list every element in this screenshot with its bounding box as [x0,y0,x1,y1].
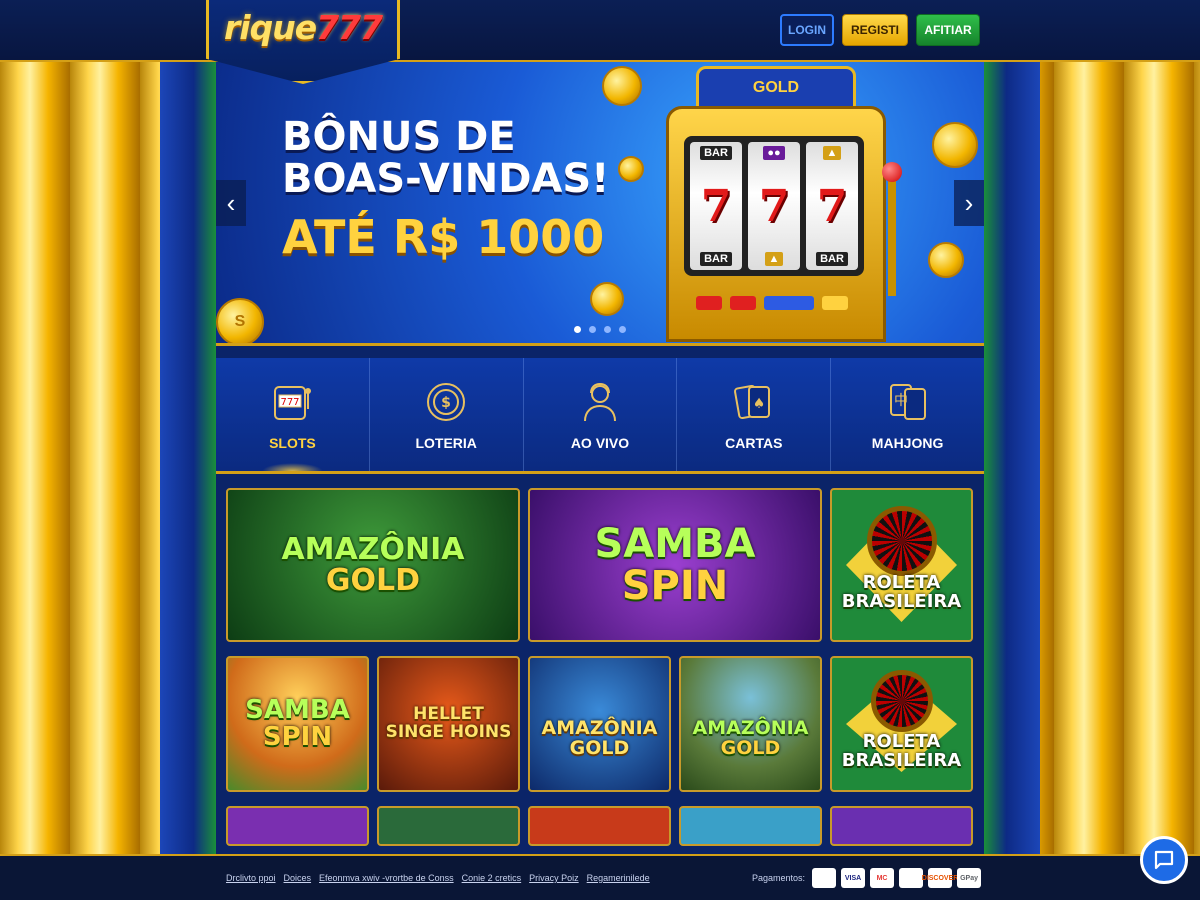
coin-icon: S [216,298,264,343]
coin-icon [928,242,964,278]
left-curtain-edge [160,62,216,854]
tab-cartas[interactable]: ♠ CARTAS [677,358,832,471]
slot-machine-icon: 777 [269,379,315,425]
lever-ball [882,162,902,182]
game-tile[interactable] [377,806,520,846]
category-nav: 777 SLOTS $ LOTERIA AO VIVO ♠ CARTAS 中 MAHJONG [216,358,984,474]
svg-text:777: 777 [281,397,300,408]
chat-icon [1154,850,1174,870]
banner-line-1: BÔNUS DE [282,114,516,160]
tab-loteria[interactable]: $ LOTERIA [370,358,524,471]
tab-slots[interactable]: 777 SLOTS [216,358,370,471]
tab-label: SLOTS [269,434,316,451]
pagination-dot[interactable] [619,326,626,333]
footer-link[interactable]: Regamerinilede [587,873,650,883]
tab-label: AO VIVO [570,434,630,451]
game-tile-hellet[interactable]: HELLET SINGE HOINS [377,656,520,792]
chat-support-button[interactable] [1140,836,1188,884]
game-tile-amazonia-gold[interactable]: AMAZÔNIA GOLD [226,488,520,642]
footer-link[interactable]: Doices [284,873,312,883]
game-tile-samba-spin[interactable]: SAMBA SPIN [528,488,822,642]
pagination-dot[interactable] [574,326,581,333]
footer-link[interactable]: Privacy Poiz [529,873,579,883]
slot-lever [888,176,896,296]
coin-icon [590,282,624,316]
footer-link[interactable]: Conie 2 cretics [462,873,522,883]
tab-label: LOTERIA [415,434,477,451]
main-content: S BÔNUS DE BOAS-VINDAS! ATÉ R$ 1000 GOLD… [216,62,984,854]
payment-logo: MC [870,868,895,888]
banner-amount: ATÉ R$ 1000 [282,210,605,264]
game-tile[interactable] [528,806,671,846]
game-grid: AMAZÔNIA GOLD SAMBA SPIN ROLETA BRASILEIRA … [216,474,984,846]
game-tile[interactable] [830,806,973,846]
coin-icon [618,156,644,182]
game-row: AMAZÔNIA GOLD SAMBA SPIN ROLETA BRASILEIRA [226,488,974,642]
payment-logo: VISA [841,868,866,888]
banner-prev-button[interactable]: ‹ [216,180,246,226]
payment-logo [812,868,837,888]
banner-headline: BÔNUS DE BOAS-VINDAS! ATÉ R$ 1000 [282,116,609,264]
game-tile-amazonia-gold[interactable]: AMAZÔNIA GOLD [528,656,671,792]
footer-links: Drclivto ppoi Doices Efeonmva xwiv -vrortb… [226,873,650,883]
svg-text:$: $ [441,395,451,411]
tab-label: CARTAS [725,434,783,451]
register-button[interactable]: REGISTI [842,14,908,46]
tab-label: MAHJONG [871,434,944,451]
banner-line-2: BOAS-VINDAS! [282,156,610,202]
svg-text:中: 中 [894,393,908,409]
tab-mahjong[interactable]: 中 MAHJONG [831,358,984,471]
dealer-icon [577,379,623,425]
affiliate-button[interactable]: AFITIAR [916,14,980,46]
reel: BAR 7 BAR [690,142,742,270]
game-tile-amazonia-gold[interactable]: AMAZÔNIA GOLD [679,656,822,792]
mahjong-icon: 中 [885,379,931,425]
pagination-dot[interactable] [589,326,596,333]
reel: ●● 7 ▲ [748,142,800,270]
reel: ▲ 7 BAR [806,142,858,270]
slot-machine-sign: GOLD [696,66,856,110]
game-row [226,806,974,846]
logo-word: rique [224,8,317,47]
top-header: LOGIN REGISTI AFITIAR [0,0,1200,62]
slot-machine-illustration: GOLD BAR 7 BAR ●● 7 ▲ ▲ 7 BAR [656,66,906,342]
payment-methods: Pagamentos: VISA MC DISCOVER GPay [752,868,982,888]
coin-icon [602,66,642,106]
pagination-dot[interactable] [604,326,611,333]
game-row: SAMBA SPIN HELLET SINGE HOINS AMAZÔNIA GOLD… [226,656,974,792]
promo-banner[interactable]: S BÔNUS DE BOAS-VINDAS! ATÉ R$ 1000 GOLD… [216,62,984,346]
banner-pagination [574,326,626,333]
game-tile-samba-spin[interactable]: SAMBA SPIN [226,656,369,792]
payments-label: Pagamentos: [752,873,806,883]
footer: Drclivto ppoi Doices Efeonmva xwiv -vrortb… [0,854,1200,900]
payment-logo: GPay [957,868,982,888]
right-curtain-edge [984,62,1040,854]
coin-icon: $ [423,379,469,425]
tab-ao-vivo[interactable]: AO VIVO [524,358,678,471]
game-tile[interactable] [226,806,369,846]
cards-icon: ♠ [731,379,777,425]
coin-icon [932,122,978,168]
slot-reels: BAR 7 BAR ●● 7 ▲ ▲ 7 BAR [684,136,864,276]
game-tile[interactable] [679,806,822,846]
payment-logo [899,868,924,888]
game-tile-roleta-brasileira[interactable]: ROLETA BRASILEIRA [830,488,973,642]
login-button[interactable]: LOGIN [780,14,834,46]
payment-logo: DISCOVER [922,868,958,888]
svg-text:♠: ♠ [753,396,766,412]
auth-buttons: LOGIN REGISTI AFITIAR [780,14,980,46]
footer-link[interactable]: Efeonmva xwiv -vrortbe de Conss [319,873,454,883]
footer-link[interactable]: Drclivto ppoi [226,873,276,883]
banner-next-button[interactable]: › [954,180,984,226]
game-tile-roleta-brasileira[interactable]: ROLETA BRASILEIRA [830,656,973,792]
logo-number: 777 [316,8,383,47]
